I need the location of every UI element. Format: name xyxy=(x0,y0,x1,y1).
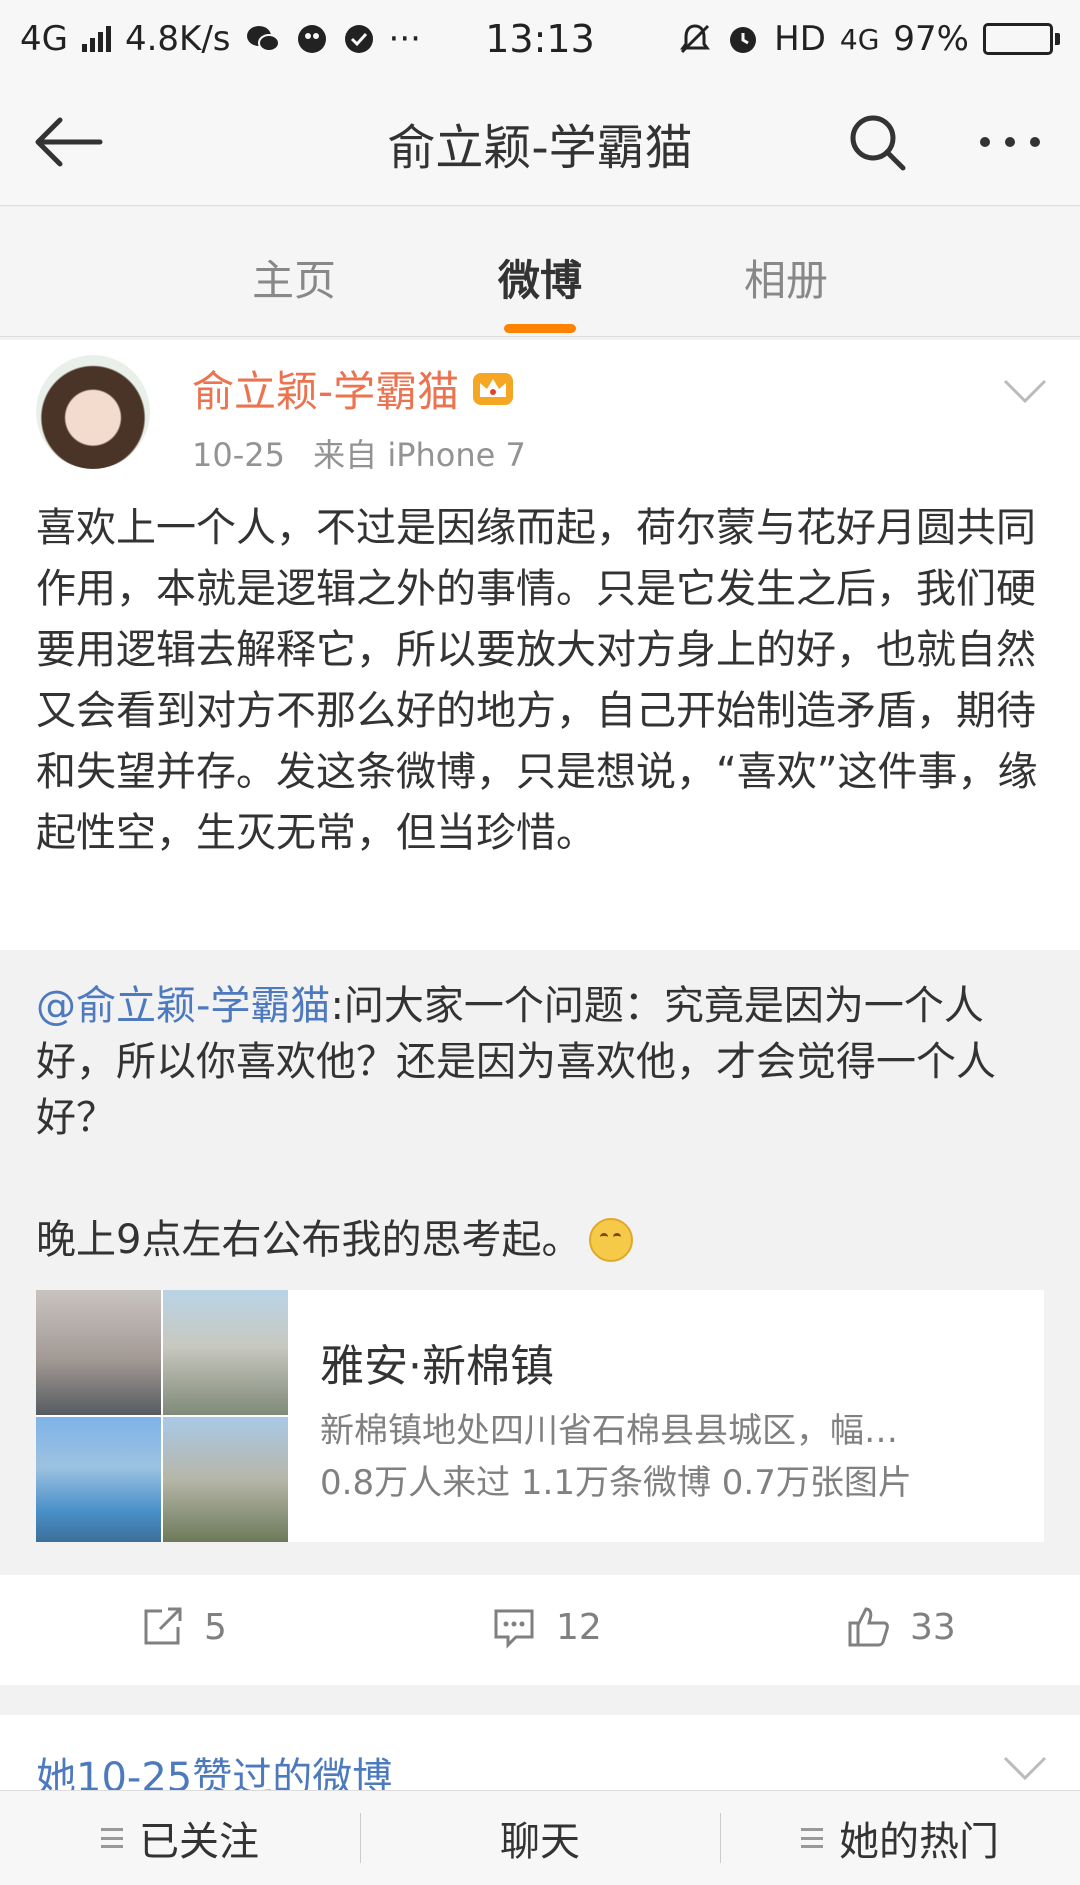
hot-label: 她的热门 xyxy=(839,1819,999,1865)
crown-badge-icon xyxy=(473,372,514,405)
post-source: 来自 iPhone 7 xyxy=(313,436,526,474)
place-photo xyxy=(163,1290,288,1415)
repost-text-2: 晚上9点左右公布我的思考起。 xyxy=(36,1212,1046,1268)
repost-body-2: 晚上9点左右公布我的思考起。 xyxy=(36,1217,582,1263)
repost-icon xyxy=(144,1607,182,1645)
liked-section[interactable]: 她10-25赞过的微博 xyxy=(0,1715,1080,1801)
post-actions: 5 12 33 xyxy=(0,1575,1080,1685)
repost-block[interactable]: @俞立颖-学霸猫:问大家一个问题：究竟是因为一个人好，所以你喜欢他？还是因为喜欢… xyxy=(0,950,1080,1575)
like-count: 33 xyxy=(910,1606,956,1648)
place-photo xyxy=(36,1290,161,1415)
nav-bar: 俞立颖-学霸猫 xyxy=(0,78,1080,206)
chat-label: 聊天 xyxy=(500,1819,580,1865)
place-stats: 0.8万人来过 1.1万条微博 0.7万张图片 xyxy=(320,1463,912,1503)
post-card: 俞立颖-学霸猫 10-25 来自 iPhone 7 喜欢上一个人，不过是因缘而起… xyxy=(0,340,1080,1685)
page-title: 俞立颖-学霸猫 xyxy=(387,120,693,176)
menu-icon xyxy=(801,1828,823,1848)
search-icon[interactable] xyxy=(845,110,909,174)
post-meta: 10-25 来自 iPhone 7 xyxy=(192,430,526,476)
comment-button[interactable]: 12 xyxy=(492,1605,602,1649)
repost-count: 5 xyxy=(204,1606,227,1648)
thinking-emoji-icon xyxy=(589,1218,634,1262)
thumbs-up-icon xyxy=(848,1607,889,1647)
hot-posts-button[interactable]: 她的热门 xyxy=(720,1791,1080,1885)
comment-count: 12 xyxy=(556,1606,602,1648)
author-name[interactable]: 俞立颖-学霸猫 xyxy=(192,358,459,419)
active-tab-indicator xyxy=(504,324,576,333)
repost-mention[interactable]: @俞立颖-学霸猫 xyxy=(36,983,330,1029)
repost-text: @俞立颖-学霸猫:问大家一个问题：究竟是因为一个人好，所以你喜欢他？还是因为喜欢… xyxy=(36,978,1046,1146)
repost-button[interactable]: 5 xyxy=(140,1605,227,1649)
place-description: 新棉镇地处四川省石棉县县城区，幅… xyxy=(320,1411,898,1451)
post-date: 10-25 xyxy=(192,436,285,474)
place-photo xyxy=(163,1417,288,1542)
status-bar: 4G 4.8K/s ··· 13:13 HD 4G 97% xyxy=(0,0,1080,78)
tab-album[interactable]: 相册 xyxy=(686,247,886,308)
profile-tabs: 主页 微博 相册 xyxy=(0,207,1080,337)
clock: 13:13 xyxy=(485,17,595,61)
menu-icon xyxy=(101,1828,123,1848)
tab-weibo[interactable]: 微博 xyxy=(440,247,640,308)
like-button[interactable]: 33 xyxy=(846,1605,956,1649)
place-card[interactable]: 雅安·新棉镇 新棉镇地处四川省石棉县县城区，幅… 0.8万人来过 1.1万条微博… xyxy=(36,1290,1044,1542)
chevron-down-icon[interactable] xyxy=(1002,1753,1048,1783)
chevron-down-icon[interactable] xyxy=(1002,376,1048,406)
more-icon[interactable] xyxy=(975,110,1045,174)
place-name: 雅安·新棉镇 xyxy=(320,1341,554,1392)
comment-icon xyxy=(494,1609,534,1649)
post-text: 喜欢上一个人，不过是因缘而起，荷尔蒙与花好月圆共同作用，本就是逻辑之外的事情。只… xyxy=(36,505,1038,856)
place-photo xyxy=(36,1417,161,1542)
post-author[interactable]: 俞立颖-学霸猫 xyxy=(192,358,515,419)
bottom-bar: 已关注 聊天 她的热门 xyxy=(0,1790,1080,1885)
follow-label: 已关注 xyxy=(139,1819,259,1865)
follow-button[interactable]: 已关注 xyxy=(0,1791,360,1885)
place-thumbnail xyxy=(36,1290,288,1542)
chat-button[interactable]: 聊天 xyxy=(360,1791,720,1885)
tab-home[interactable]: 主页 xyxy=(194,247,394,308)
avatar[interactable] xyxy=(36,355,150,469)
